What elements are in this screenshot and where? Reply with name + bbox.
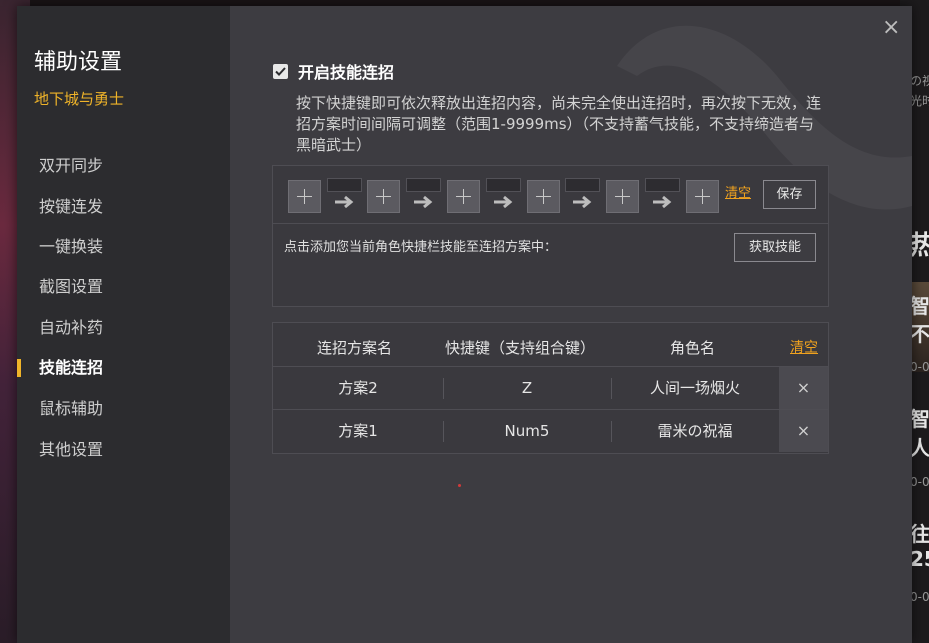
background-text: 0-0: [910, 475, 929, 489]
table-row[interactable]: 方案2 Z 人间一场烟火 ×: [273, 366, 828, 409]
enable-combo-label: 开启技能连招: [298, 63, 395, 82]
hotkey-cell: Num5: [504, 422, 550, 440]
background-text: 光时: [910, 94, 929, 108]
settings-dialog: 辅助设置 地下城与勇士 双开同步 按键连发 一键换装 截图设置 自动补药 技能连…: [17, 6, 912, 643]
delete-icon[interactable]: ×: [779, 410, 828, 452]
skill-slot-6[interactable]: [686, 180, 719, 213]
clear-table-link[interactable]: 清空: [790, 337, 818, 357]
sidebar-item-quick-equip[interactable]: 一键换装: [17, 229, 230, 265]
sidebar-item-label: 截图设置: [39, 277, 104, 296]
combo-hint: 点击添加您当前角色快捷栏技能至连招方案中：: [284, 240, 558, 255]
arrow-right-icon: [414, 195, 433, 209]
cursor-dot: [458, 484, 461, 487]
divider: [273, 223, 828, 224]
enable-combo-checkbox[interactable]: [273, 63, 288, 79]
delete-icon[interactable]: ×: [779, 367, 828, 409]
arrow-right-icon: [573, 195, 592, 209]
sidebar-title: 辅助设置: [34, 50, 123, 75]
table-row[interactable]: 方案1 Num5 雷米の祝福 ×: [273, 409, 828, 452]
column-header: 角色名: [670, 339, 716, 357]
enable-combo-row[interactable]: 开启技能连招: [273, 59, 394, 83]
get-skills-button[interactable]: 获取技能: [734, 233, 816, 262]
background-text: 25: [910, 547, 929, 571]
combo-plan-table: 连招方案名 快捷键（支持组合键） 角色名 清空 方案2 Z 人间一场烟火 × 方…: [272, 322, 829, 454]
sidebar-item-label: 双开同步: [39, 156, 104, 175]
active-indicator: [17, 359, 21, 377]
skill-slot-1[interactable]: [288, 180, 321, 213]
sidebar: 辅助设置 地下城与勇士 双开同步 按键连发 一键换装 截图设置 自动补药 技能连…: [17, 6, 230, 643]
background-text: 往揪: [910, 522, 929, 546]
sidebar-item-auto-potion[interactable]: 自动补药: [17, 310, 230, 346]
role-name-cell: 人间一场烟火: [649, 379, 740, 397]
game-name: 地下城与勇士: [34, 90, 125, 108]
combo-editor: 清空 保存 点击添加您当前角色快捷栏技能至连招方案中： 获取技能: [272, 165, 829, 307]
sidebar-item-screenshot[interactable]: 截图设置: [17, 269, 230, 305]
sidebar-item-label: 一键换装: [39, 237, 104, 256]
sidebar-item-skill-combo[interactable]: 技能连招: [17, 350, 230, 386]
sidebar-item-label: 其他设置: [39, 440, 104, 459]
background-text: 热: [910, 231, 929, 261]
sidebar-item-mouse-assist[interactable]: 鼠标辅助: [17, 391, 230, 427]
arrow-right-icon: [335, 195, 354, 209]
sidebar-item-label: 自动补药: [39, 318, 104, 337]
background-text: 智雪: [910, 407, 929, 431]
plan-name-cell: 方案1: [338, 422, 378, 440]
background-text: 不你: [910, 322, 929, 346]
interval-input-3[interactable]: [486, 178, 521, 192]
role-name-cell: 雷米の祝福: [657, 422, 733, 440]
column-header: 连招方案名: [317, 339, 393, 357]
hotkey-cell: Z: [521, 379, 533, 397]
plan-name-cell: 方案2: [338, 379, 378, 397]
sidebar-item-label: 技能连招: [39, 358, 104, 377]
background-text: 人也: [910, 436, 929, 460]
checkmark-icon: [275, 66, 286, 76]
interval-input-1[interactable]: [327, 178, 362, 192]
skill-slot-3[interactable]: [447, 180, 480, 213]
interval-input-4[interactable]: [565, 178, 600, 192]
sidebar-item-other-settings[interactable]: 其他设置: [17, 432, 230, 468]
skill-slot-5[interactable]: [606, 180, 639, 213]
arrow-right-icon: [494, 195, 513, 209]
column-header: 快捷键（支持组合键）: [445, 339, 596, 357]
sidebar-item-label: 鼠标辅助: [39, 399, 104, 418]
skill-slot-2[interactable]: [367, 180, 400, 213]
background-text: の视: [910, 74, 929, 88]
combo-description: 按下快捷键即可依次释放出连招内容，尚未完全使出连招时，再次按下无效，连招方案时间…: [296, 94, 822, 154]
save-button[interactable]: 保存: [763, 180, 816, 209]
sidebar-item-dual-sync[interactable]: 双开同步: [17, 148, 230, 184]
skill-slot-4[interactable]: [527, 180, 560, 213]
clear-combo-link[interactable]: 清空: [725, 182, 751, 201]
close-icon[interactable]: ×: [882, 17, 900, 39]
sidebar-item-key-repeat[interactable]: 按键连发: [17, 189, 230, 225]
interval-input-2[interactable]: [406, 178, 441, 192]
interval-input-5[interactable]: [645, 178, 680, 192]
arrow-right-icon: [653, 195, 672, 209]
background-text: 智雪: [910, 294, 929, 318]
background-text: 0-0: [910, 360, 929, 374]
sidebar-item-label: 按键连发: [39, 197, 104, 216]
background-text: 0-0: [910, 590, 929, 604]
